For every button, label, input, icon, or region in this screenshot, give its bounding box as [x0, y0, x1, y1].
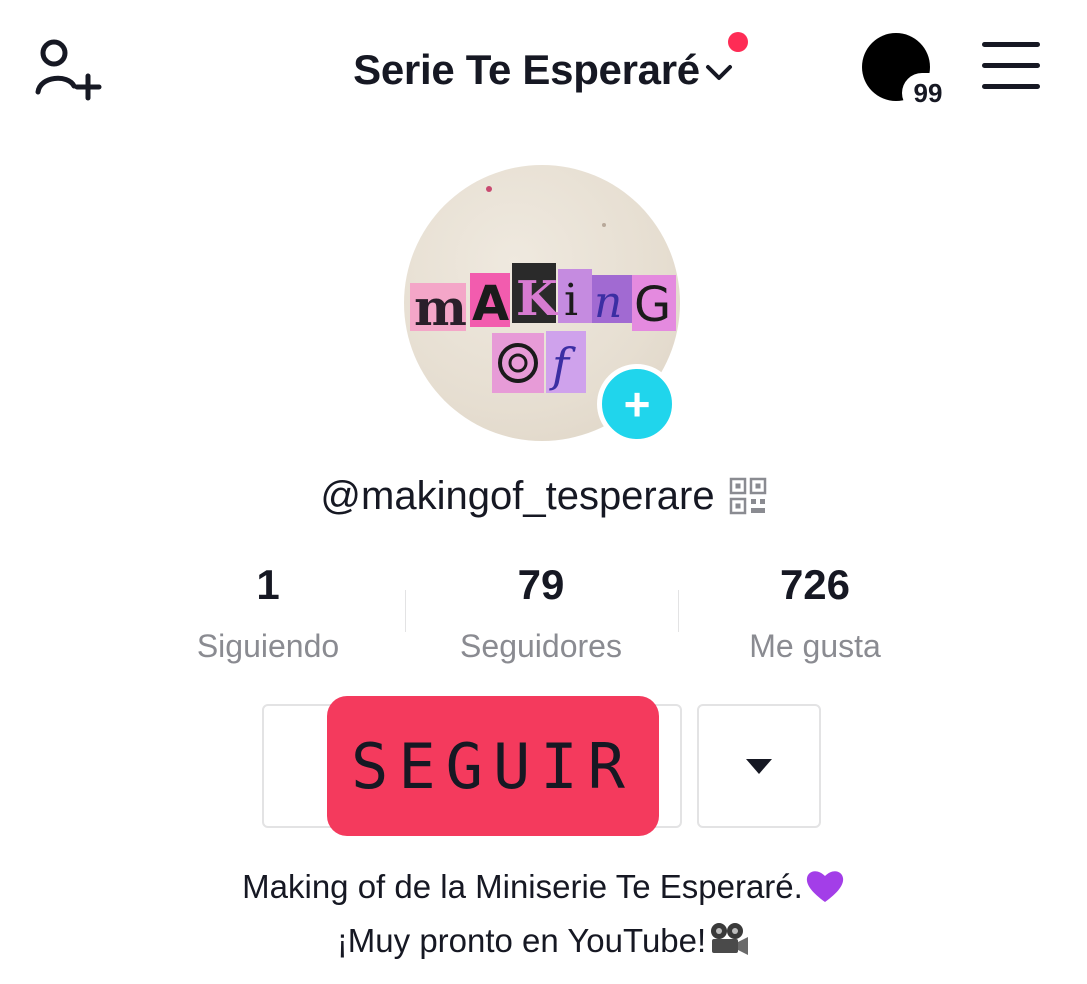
- svg-text:A: A: [472, 276, 509, 332]
- stat-label: Seguidores: [460, 628, 622, 664]
- svg-text:K: K: [516, 271, 560, 327]
- more-options-button[interactable]: [697, 704, 821, 828]
- plus-icon: +: [623, 378, 651, 430]
- qr-code-icon[interactable]: [729, 477, 767, 515]
- bio-line-1: Making of de la Miniserie Te Esperaré.: [0, 868, 1087, 906]
- username: @makingof_tesperare: [320, 473, 715, 518]
- svg-text:G: G: [634, 277, 671, 333]
- stat-value: 79: [517, 561, 565, 608]
- stat-value: 1: [256, 561, 280, 608]
- caret-down-icon: [746, 759, 772, 774]
- notification-dot: [727, 32, 748, 52]
- svg-text:n: n: [594, 277, 622, 328]
- stat-likes[interactable]: 726 Me gusta: [695, 560, 935, 665]
- stat-label: Siguiendo: [196, 628, 340, 664]
- stat-divider: [405, 590, 406, 632]
- avatar-add-button[interactable]: +: [597, 364, 677, 444]
- chevron-down-icon: [705, 65, 732, 80]
- follow-button[interactable]: SEGUIR: [327, 696, 659, 836]
- username-row: @makingof_tesperare: [0, 468, 1087, 524]
- stat-following[interactable]: 1 Siguiendo: [148, 560, 388, 665]
- bio-line-2: ¡Muy pronto en YouTube!: [0, 922, 1087, 960]
- svg-text:m: m: [414, 278, 467, 337]
- svg-text:i: i: [564, 275, 578, 326]
- bio-text: ¡Muy pronto en YouTube!: [336, 922, 707, 959]
- stat-followers[interactable]: 79 Seguidores: [421, 560, 661, 665]
- inbox-button[interactable]: 99: [860, 33, 960, 113]
- bio-text: Making of de la Miniserie Te Esperaré.: [242, 868, 803, 905]
- menu-button[interactable]: [982, 42, 1040, 92]
- stat-value: 726: [779, 561, 851, 608]
- film-projector-icon: [711, 923, 749, 955]
- stat-divider: [678, 590, 679, 632]
- stat-label: Me gusta: [749, 628, 881, 664]
- page-title: Serie Te Esperaré: [353, 46, 700, 93]
- notification-count: 99: [902, 73, 954, 113]
- purple-heart-icon: [806, 871, 843, 902]
